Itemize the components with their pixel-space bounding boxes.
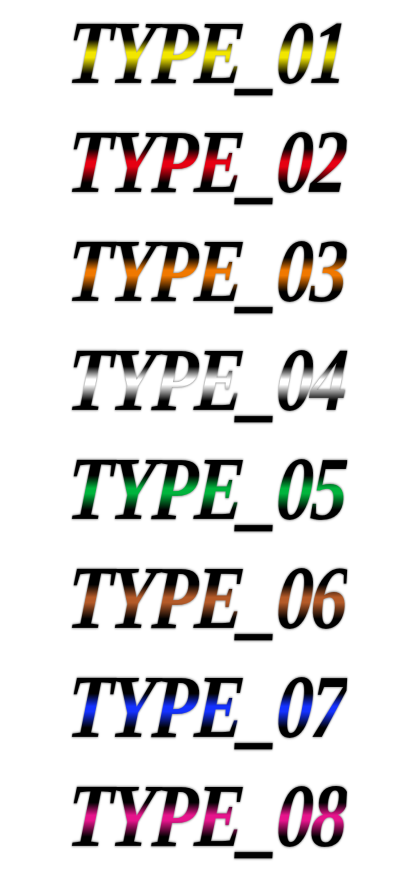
type-07-sample: TYPE_07 — [36, 654, 376, 762]
type-06-sample: TYPE_06 — [36, 545, 376, 653]
type-05-label: TYPE_05 — [64, 440, 348, 539]
type-02-sample: TYPE_02 — [36, 109, 376, 217]
type-07-label: TYPE_07 — [64, 658, 348, 757]
type-01-label: TYPE_01 — [64, 4, 348, 103]
type-04-label: TYPE_04 — [64, 331, 348, 430]
type-02-label: TYPE_02 — [64, 113, 348, 212]
type-08-sample: TYPE_08 — [36, 763, 376, 871]
type-08-label: TYPE_08 — [64, 767, 348, 866]
type-03-sample: TYPE_03 — [36, 218, 376, 326]
type-06-label: TYPE_06 — [64, 549, 348, 648]
text-style-sheet: TYPE_01 TYPE_02 TYPE_03 TYPE_04 TYPE_05 … — [0, 0, 400, 880]
type-05-sample: TYPE_05 — [36, 436, 376, 544]
type-03-label: TYPE_03 — [64, 222, 348, 321]
type-04-sample: TYPE_04 — [36, 327, 376, 435]
type-01-sample: TYPE_01 — [36, 0, 376, 108]
